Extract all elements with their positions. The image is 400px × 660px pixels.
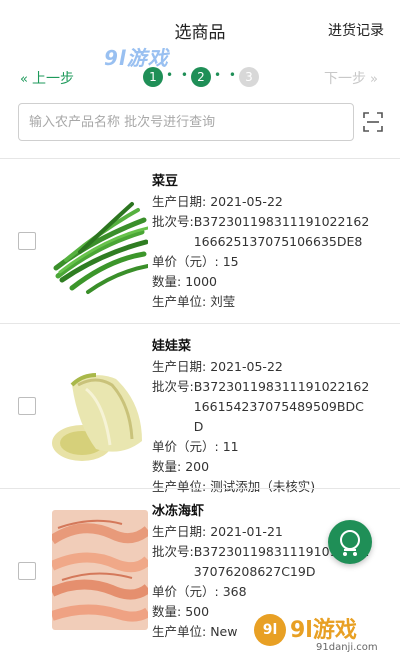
quantity-value: 500 — [185, 604, 210, 619]
step-navigation: «上一步 1 • • • 2 • • • 3 下一步» — [0, 62, 400, 92]
product-info: 菜豆 生产日期: 2021-05-22 批次号: B372301198311191… — [152, 172, 390, 312]
previous-step-button[interactable]: «上一步 — [20, 68, 74, 88]
quantity-label: 数量: — [152, 274, 182, 289]
step-indicator-1: 1 — [143, 67, 163, 87]
production-date-value: 2021-05-22 — [210, 194, 283, 209]
product-checkbox[interactable] — [18, 562, 36, 580]
unit-price-label: 单价（元）: — [152, 254, 219, 269]
watermark-banner: 9l 9l游戏 91danji.com — [246, 604, 400, 660]
product-name: 菜豆 — [152, 174, 179, 189]
production-date-label: 生产日期: — [152, 194, 207, 209]
search-input[interactable] — [19, 104, 353, 140]
product-list-item[interactable]: 娃娃菜 生产日期: 2021-05-22 批次号: B37230119831119… — [0, 325, 400, 494]
product-checkbox[interactable] — [18, 397, 36, 415]
product-image-green-beans — [52, 180, 148, 300]
app-header: 选商品 进货记录 — [0, 0, 400, 58]
item-divider — [0, 488, 400, 489]
producer-value: New — [210, 624, 238, 639]
floating-action-button[interactable] — [328, 520, 372, 564]
product-image-baby-cabbage — [52, 345, 148, 465]
product-name: 冰冻海虾 — [152, 504, 205, 519]
cart-icon — [340, 530, 360, 556]
next-step-label: 下一步 — [324, 71, 367, 87]
step-indicator-2: 2 — [191, 67, 211, 87]
watermark-badge: 9l — [254, 614, 286, 646]
unit-price-value: 368 — [222, 584, 247, 599]
scan-icon[interactable] — [363, 112, 383, 132]
producer-label: 生产单位: — [152, 294, 207, 309]
batch-number-value: B372301198311191022162166154237075489509… — [193, 379, 370, 434]
search-box — [18, 103, 354, 141]
quantity-label: 数量: — [152, 459, 182, 474]
purchase-record-link[interactable]: 进货记录 — [328, 20, 384, 40]
unit-price-label: 单价（元）: — [152, 584, 219, 599]
previous-step-label: 上一步 — [31, 71, 74, 87]
double-chevron-left-icon: « — [20, 72, 28, 87]
quantity-value: 200 — [185, 459, 210, 474]
production-date-label: 生产日期: — [152, 359, 207, 374]
section-divider — [0, 158, 400, 159]
product-list-item[interactable]: 菜豆 生产日期: 2021-05-22 批次号: B372301198311191… — [0, 160, 400, 322]
production-date-label: 生产日期: — [152, 524, 207, 539]
step-indicator-3: 3 — [239, 67, 259, 87]
product-checkbox[interactable] — [18, 232, 36, 250]
next-step-button[interactable]: 下一步» — [324, 68, 378, 88]
double-chevron-right-icon: » — [370, 72, 378, 87]
unit-price-label: 单价（元）: — [152, 439, 219, 454]
product-image-frozen-shrimp — [52, 510, 148, 630]
production-date-value: 2021-01-21 — [210, 524, 283, 539]
batch-number-value: B372301198311191022162166625137075106635… — [193, 214, 370, 249]
product-name: 娃娃菜 — [152, 339, 192, 354]
watermark-site: 91danji.com — [316, 642, 378, 653]
production-date-value: 2021-05-22 — [210, 359, 283, 374]
quantity-label: 数量: — [152, 604, 182, 619]
batch-number-label: 批次号: — [152, 379, 194, 394]
unit-price-value: 15 — [222, 254, 239, 269]
batch-number-label: 批次号: — [152, 544, 194, 559]
producer-label: 生产单位: — [152, 624, 207, 639]
watermark-text: 9l游戏 — [290, 618, 357, 643]
batch-number-label: 批次号: — [152, 214, 194, 229]
producer-value: 刘莹 — [210, 294, 236, 309]
unit-price-value: 11 — [222, 439, 239, 454]
quantity-value: 1000 — [185, 274, 218, 289]
item-divider — [0, 323, 400, 324]
product-info: 娃娃菜 生产日期: 2021-05-22 批次号: B37230119831119… — [152, 337, 390, 497]
